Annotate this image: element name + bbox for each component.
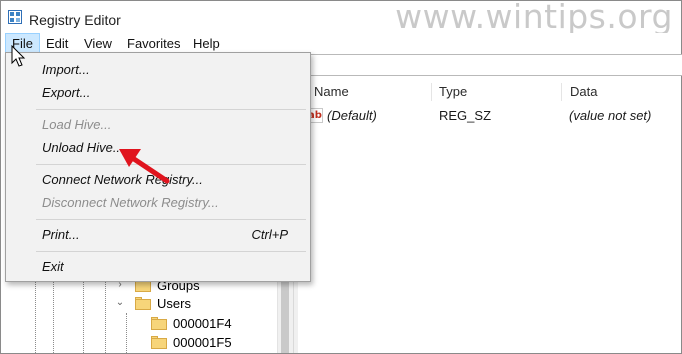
tree-item-000001f5[interactable]: 000001F5 xyxy=(151,333,232,351)
menu-bar: File Edit View Favorites Help xyxy=(1,33,681,54)
menu-help[interactable]: Help xyxy=(193,36,220,51)
column-divider[interactable] xyxy=(431,83,432,101)
menu-item-load-hive: Load Hive... xyxy=(42,117,112,132)
tree-item-users[interactable]: ⌄ Users xyxy=(115,294,191,312)
registry-editor-icon xyxy=(8,10,22,24)
mouse-cursor-icon xyxy=(11,45,26,67)
menu-item-disconnect-network-registry: Disconnect Network Registry... xyxy=(42,195,219,210)
folder-open-icon xyxy=(135,296,151,310)
column-header-name[interactable]: Name xyxy=(314,81,349,101)
menu-favorites[interactable]: Favorites xyxy=(127,36,180,51)
value-type[interactable]: REG_SZ xyxy=(439,107,491,125)
menu-item-import[interactable]: Import... xyxy=(42,61,90,79)
menu-edit[interactable]: Edit xyxy=(46,36,68,51)
menu-view[interactable]: View xyxy=(84,36,112,51)
menu-separator xyxy=(36,251,306,252)
red-arrow-annotation-icon xyxy=(119,149,170,184)
value-data[interactable]: (value not set) xyxy=(569,107,651,125)
tree-item-label: 000001F5 xyxy=(173,334,232,350)
tree-item-label: Users xyxy=(157,295,191,311)
tree-item-000001f4[interactable]: 000001F4 xyxy=(151,314,232,332)
column-header-data[interactable]: Data xyxy=(570,81,597,101)
folder-icon xyxy=(151,335,167,349)
menu-separator xyxy=(36,164,306,165)
registry-editor-window: Registry Editor www.wintips.org File Edi… xyxy=(0,0,682,354)
menu-item-print[interactable]: Print... xyxy=(42,226,80,244)
column-header-type[interactable]: Type xyxy=(439,81,467,101)
tree-item-label: 000001F4 xyxy=(173,315,232,331)
title-bar: Registry Editor www.wintips.org xyxy=(1,0,681,36)
tree-guide-line xyxy=(126,313,127,353)
address-bar[interactable] xyxy=(309,54,682,76)
menu-separator xyxy=(36,109,306,110)
menu-shortcut-print: Ctrl+P xyxy=(251,227,288,242)
watermark: www.wintips.org xyxy=(395,0,673,36)
menu-item-exit[interactable]: Exit xyxy=(42,258,64,276)
value-name[interactable]: (Default) xyxy=(327,107,377,125)
menu-item-export[interactable]: Export... xyxy=(42,84,90,102)
window-title: Registry Editor xyxy=(29,12,121,28)
chevron-down-icon[interactable]: ⌄ xyxy=(115,298,125,308)
menu-separator xyxy=(36,219,306,220)
column-divider[interactable] xyxy=(561,83,562,101)
folder-icon xyxy=(151,316,167,330)
values-list-pane[interactable]: Name Type Data ab (Default) REG_SZ (valu… xyxy=(298,77,681,353)
